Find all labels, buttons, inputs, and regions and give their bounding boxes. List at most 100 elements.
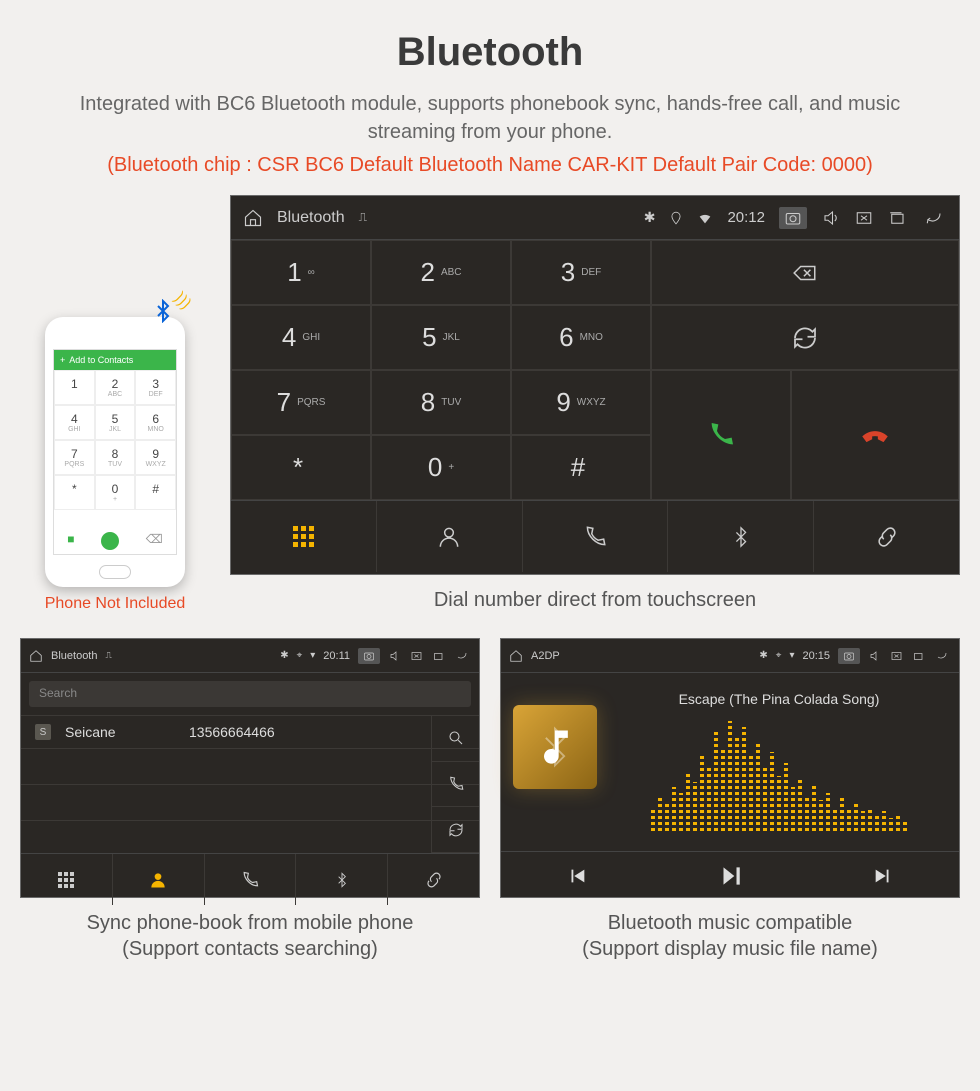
page-subtitle: Integrated with BC6 Bluetooth module, su…: [50, 90, 930, 146]
equalizer: [611, 721, 947, 831]
play-pause-button[interactable]: [717, 863, 743, 889]
dial-key[interactable]: 5JKL: [371, 305, 511, 370]
keypad-tab[interactable]: [231, 501, 377, 572]
dial-key[interactable]: 6MNO: [511, 305, 651, 370]
dial-key[interactable]: 7PQRS: [231, 370, 371, 435]
app-title: Bluetooth: [51, 650, 97, 662]
keypad-tab[interactable]: [21, 854, 113, 905]
camera-icon[interactable]: [779, 207, 807, 229]
wifi-icon: ▾: [789, 650, 794, 661]
recent-icon[interactable]: [911, 650, 925, 662]
pair-tab[interactable]: [814, 501, 959, 572]
dial-key[interactable]: 8TUV: [371, 370, 511, 435]
close-icon[interactable]: [855, 209, 873, 227]
phone-mockup: ⟯⟯⟯ + Add to Contacts 12ABC3DEF4GHI5JKL6…: [45, 317, 185, 587]
home-icon[interactable]: [509, 649, 523, 663]
back-icon[interactable]: [933, 650, 951, 662]
phonebook-screen: Bluetooth ⎍ ✱ ⌖ ▾ 20:11 Search S Seicane…: [20, 638, 480, 898]
phone-key: 5JKL: [95, 405, 136, 440]
history-tab[interactable]: [523, 501, 669, 572]
backspace-button[interactable]: [651, 240, 959, 305]
dial-key[interactable]: 2ABC: [371, 240, 511, 305]
page-title: Bluetooth: [20, 30, 960, 75]
prev-button[interactable]: [566, 865, 588, 887]
back-icon[interactable]: [921, 209, 947, 227]
dial-key[interactable]: 1∞: [231, 240, 371, 305]
hangup-button[interactable]: [791, 370, 959, 500]
phone-key: 1: [54, 370, 95, 405]
clock: 20:15: [802, 650, 830, 662]
call-button[interactable]: [651, 370, 791, 500]
back-icon[interactable]: [453, 650, 471, 662]
app-title: A2DP: [531, 650, 560, 662]
phone-key: 3DEF: [135, 370, 176, 405]
phonebook-caption: Sync phone-book from mobile phone (Suppo…: [20, 910, 480, 962]
refresh-icon[interactable]: [432, 807, 479, 853]
next-button[interactable]: [872, 865, 894, 887]
location-icon: ⌖: [776, 650, 782, 661]
status-bar: A2DP ✱ ⌖ ▾ 20:15: [501, 639, 959, 673]
backspace-icon: ⌫: [146, 532, 163, 550]
dial-key[interactable]: 9WXYZ: [511, 370, 651, 435]
close-icon[interactable]: [410, 650, 423, 662]
history-tab[interactable]: [205, 854, 297, 905]
bottom-nav: [231, 500, 959, 572]
phone-footnote: Phone Not Included: [20, 595, 210, 613]
call-icon[interactable]: [432, 762, 479, 808]
phone-key: 2ABC: [95, 370, 136, 405]
app-title: Bluetooth: [277, 209, 345, 227]
redial-button[interactable]: [651, 305, 959, 370]
contact-row: [21, 749, 479, 785]
phone-key: #: [135, 475, 176, 510]
dial-key[interactable]: 0+: [371, 435, 511, 500]
volume-icon[interactable]: [868, 650, 882, 662]
home-button: [99, 565, 131, 579]
status-bar: Bluetooth ⎍ ✱ 20:12: [231, 196, 959, 240]
music-screen: A2DP ✱ ⌖ ▾ 20:15 Escape (The Pina Colada…: [500, 638, 960, 898]
dial-key[interactable]: *: [231, 435, 371, 500]
contacts-tab[interactable]: [377, 501, 523, 572]
bluetooth-status-icon: ✱: [759, 650, 767, 661]
close-icon[interactable]: [890, 650, 903, 662]
phone-key: 6MNO: [135, 405, 176, 440]
search-icon[interactable]: [432, 716, 479, 762]
volume-icon[interactable]: [388, 650, 402, 662]
dial-key[interactable]: 3DEF: [511, 240, 651, 305]
home-icon[interactable]: [29, 649, 43, 663]
track-title: Escape (The Pina Colada Song): [611, 691, 947, 707]
dial-keypad: 1∞2ABC3DEF 4GHI5JKL6MNO 7PQRS8TUV9WXYZ *0+#: [231, 240, 959, 500]
contact-row[interactable]: S Seicane 13566664466: [21, 716, 479, 749]
recent-icon[interactable]: [431, 650, 445, 662]
bluetooth-status-icon: ✱: [280, 650, 288, 661]
bluetooth-tab[interactable]: [668, 501, 814, 572]
spec-line: (Bluetooth chip : CSR BC6 Default Blueto…: [20, 154, 960, 177]
phone-key: 8TUV: [95, 440, 136, 475]
clock: 20:11: [323, 650, 350, 662]
contacts-tab-active[interactable]: [113, 854, 205, 905]
recent-icon[interactable]: [887, 209, 907, 227]
pair-tab[interactable]: [388, 854, 479, 905]
dialer-screen: Bluetooth ⎍ ✱ 20:12 1∞2ABC3DEF 4GHI5JKL6M…: [230, 195, 960, 575]
contact-name: Seicane: [65, 724, 175, 740]
playback-bar: [501, 851, 959, 899]
music-caption: Bluetooth music compatible (Support disp…: [500, 910, 960, 962]
contact-badge: S: [35, 724, 51, 740]
dial-key[interactable]: 4GHI: [231, 305, 371, 370]
bottom-nav: [21, 853, 479, 905]
status-bar: Bluetooth ⎍ ✱ ⌖ ▾ 20:11: [21, 639, 479, 673]
phone-key: 0+: [95, 475, 136, 510]
wifi-icon: ▾: [310, 650, 315, 661]
wifi-icon: [697, 210, 713, 226]
search-input[interactable]: Search: [29, 681, 471, 707]
home-icon[interactable]: [243, 208, 263, 228]
bluetooth-tab[interactable]: [296, 854, 388, 905]
volume-icon[interactable]: [821, 209, 841, 227]
usb-icon: ⎍: [359, 210, 367, 225]
usb-icon: ⎍: [105, 650, 111, 661]
camera-icon[interactable]: [838, 648, 860, 664]
bluetooth-status-icon: ✱: [644, 209, 656, 226]
camera-icon[interactable]: [358, 648, 380, 664]
dial-key[interactable]: #: [511, 435, 651, 500]
video-icon: ■: [67, 532, 74, 550]
clock: 20:12: [727, 209, 765, 226]
